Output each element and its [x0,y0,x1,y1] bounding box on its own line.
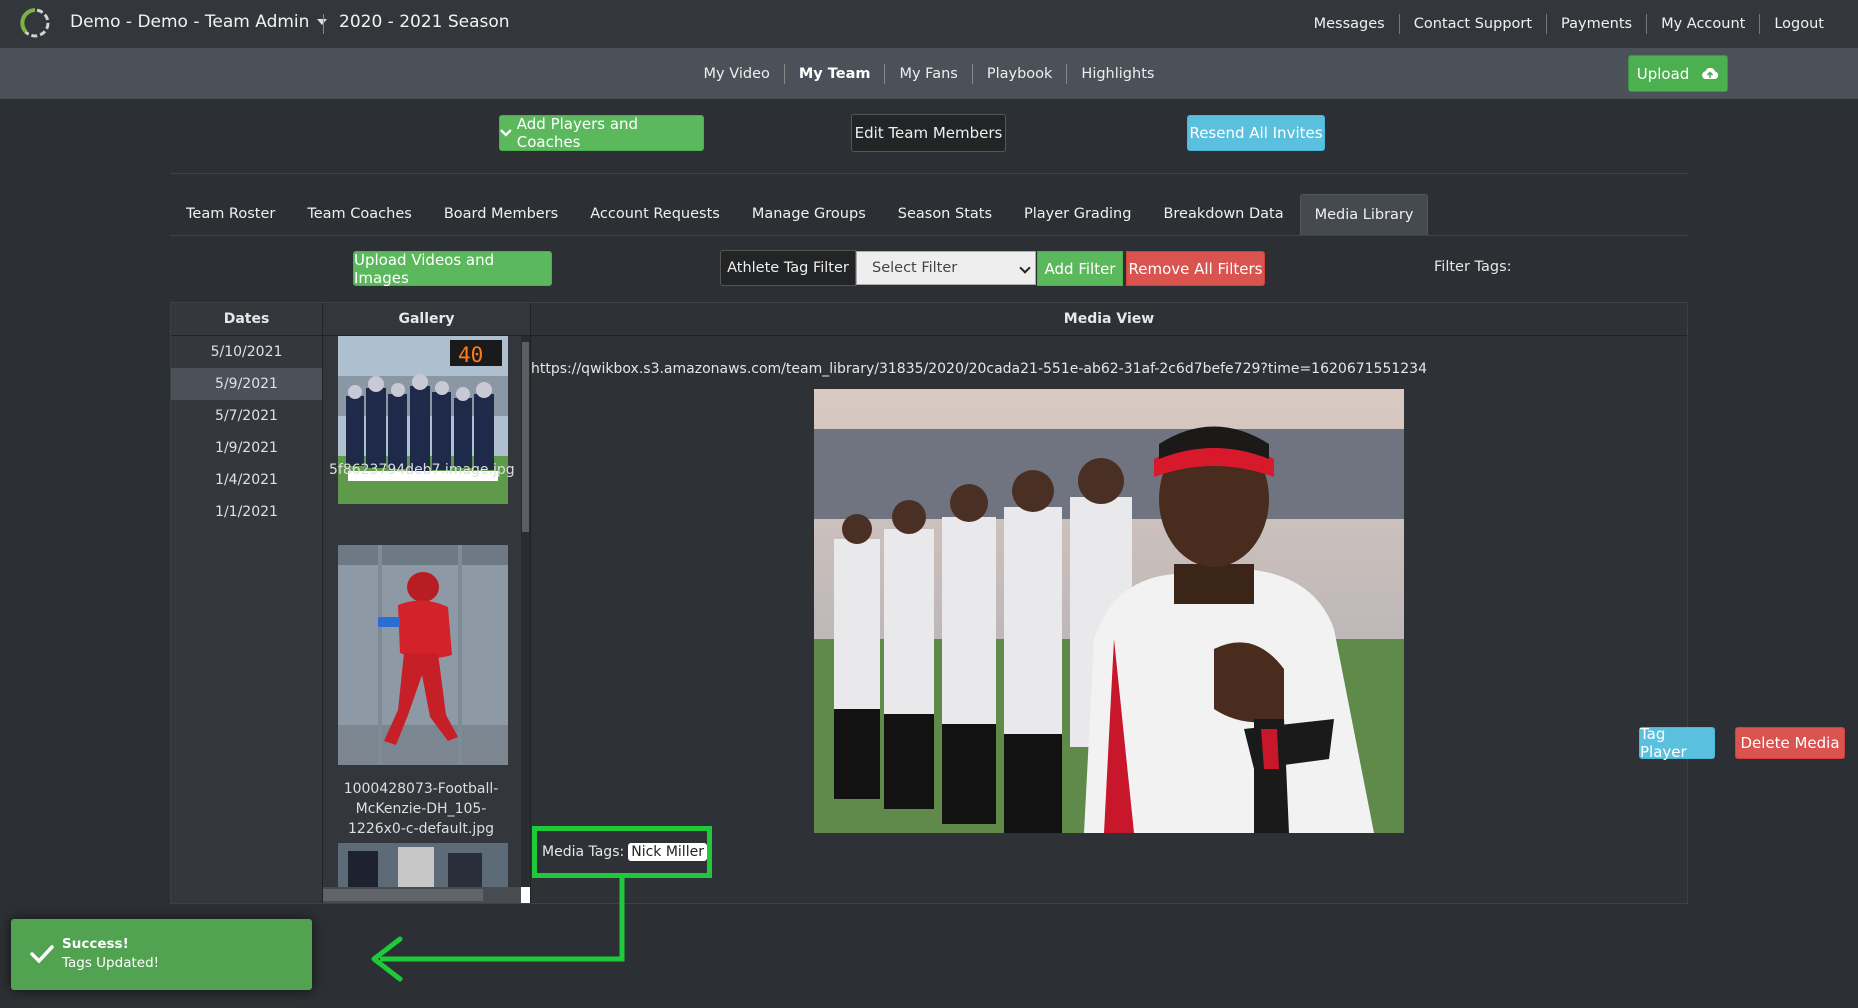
gallery-column: Gallery 40 5f8623794deb7.image.jpg 10004… [323,303,531,903]
tab-media-library[interactable]: Media Library [1299,194,1429,236]
annotation-arrow [371,875,625,982]
add-filter-button[interactable]: Add Filter [1037,251,1123,286]
tab-season-stats[interactable]: Season Stats [882,194,1008,236]
account-nav: Messages Contact Support Payments My Acc… [1300,14,1838,34]
nav-my-fans[interactable]: My Fans [884,64,971,84]
team-selector-label: Demo - Demo - Team Admin [70,12,310,32]
resend-all-invites-label: Resend All Invites [1189,124,1323,142]
add-players-coaches-button[interactable]: Add Players and Coaches [499,115,704,151]
upload-videos-images-label: Upload Videos and Images [354,250,495,287]
media-view-column: Media View https://qwikbox.s3.amazonaws.… [531,303,1845,903]
filter-select[interactable]: Select Filter [856,251,1036,285]
date-item[interactable]: 5/10/2021 [171,336,322,368]
chevron-down-icon [1019,262,1031,274]
toast-title: Success! [62,936,129,952]
upload-button[interactable]: Upload [1628,55,1728,92]
cloud-upload-icon [1702,67,1719,79]
team-tabs: Team Roster Team Coaches Board Members A… [170,194,1429,236]
tag-player-label: Tag Player [1640,725,1687,761]
dates-column: Dates 5/10/2021 5/9/2021 5/7/2021 1/9/20… [171,303,323,903]
media-preview [814,389,1404,833]
delete-media-button[interactable]: Delete Media [1735,727,1845,759]
running-player-image [338,545,508,765]
date-item-selected[interactable]: 5/9/2021 [171,368,322,400]
nav-my-video[interactable]: My Video [690,64,784,84]
nav-highlights[interactable]: Highlights [1066,64,1168,84]
media-view-header: Media View [531,303,1687,336]
remove-all-filters-button[interactable]: Remove All Filters [1126,251,1265,286]
tab-board-members[interactable]: Board Members [428,194,574,236]
athlete-tag-filter-label: Athlete Tag Filter [720,250,856,286]
season-label: 2020 - 2021 Season [339,12,510,32]
edit-team-members-button[interactable]: Edit Team Members [851,114,1006,152]
delete-media-label: Delete Media [1740,734,1840,752]
remove-all-filters-label: Remove All Filters [1128,259,1263,278]
nav-contact-support[interactable]: Contact Support [1398,14,1546,34]
toast-message: Tags Updated! [62,955,160,971]
tab-team-coaches[interactable]: Team Coaches [291,194,427,236]
nav-my-team[interactable]: My Team [783,64,885,84]
edit-team-members-label: Edit Team Members [854,124,1003,142]
nav-payments[interactable]: Payments [1546,14,1646,34]
checkmark-icon [30,945,54,964]
upload-videos-images-button[interactable]: Upload Videos and Images [353,250,552,287]
gallery-thumbnail[interactable] [338,545,508,765]
date-item[interactable]: 1/9/2021 [171,432,322,464]
resend-all-invites-button[interactable]: Resend All Invites [1187,115,1325,151]
add-filter-label: Add Filter [1044,259,1116,278]
dates-header: Dates [171,303,322,336]
scrollbar-thumb[interactable] [522,342,529,532]
filter-select-value: Select Filter [872,260,958,276]
divider [170,235,1688,236]
upload-button-label: Upload [1636,64,1690,83]
gallery-header: Gallery [323,303,530,336]
divider [323,14,324,34]
tab-account-requests[interactable]: Account Requests [574,194,736,236]
team-logo-icon[interactable] [18,6,52,40]
chevron-down-icon [500,129,512,137]
team-anthem-image [814,389,1404,833]
main-nav: My Video My Team My Fans Playbook Highli… [0,64,1858,84]
nav-logout[interactable]: Logout [1759,14,1838,34]
top-bar: Demo - Demo - Team Admin 2020 - 2021 Sea… [0,0,1858,48]
nav-playbook[interactable]: Playbook [971,64,1067,84]
tab-team-roster[interactable]: Team Roster [170,194,291,236]
tab-player-grading[interactable]: Player Grading [1008,194,1147,236]
tag-player-button[interactable]: Tag Player [1639,725,1715,761]
nav-messages[interactable]: Messages [1300,14,1399,34]
filter-tags-label: Filter Tags: [1434,259,1512,275]
media-tags-highlight: Media Tags: Nick Miller [532,826,712,878]
scoreboard-text: 40 [458,343,483,367]
success-toast[interactable]: Success! Tags Updated! [11,919,312,990]
media-library-panel: Dates 5/10/2021 5/9/2021 5/7/2021 1/9/20… [170,302,1845,904]
media-tag-chip[interactable]: Nick Miller [628,843,707,861]
date-item[interactable]: 1/1/2021 [171,496,322,528]
add-players-coaches-label: Add Players and Coaches [516,115,639,151]
tab-breakdown-data[interactable]: Breakdown Data [1147,194,1299,236]
gallery-caption: 5f8623794deb7.image.jpg [329,462,515,478]
gallery-caption: 1000428073-Football-McKenzie-DH_105-1226… [343,781,499,837]
media-tags-label: Media Tags: [542,844,625,860]
tab-manage-groups[interactable]: Manage Groups [736,194,882,236]
date-item[interactable]: 1/4/2021 [171,464,322,496]
divider [170,173,1688,174]
media-url: https://qwikbox.s3.amazonaws.com/team_li… [531,361,1427,377]
gallery-scrollbar[interactable] [521,336,530,903]
date-item[interactable]: 5/7/2021 [171,400,322,432]
main-nav-bar: My Video My Team My Fans Playbook Highli… [0,48,1858,99]
team-selector[interactable]: Demo - Demo - Team Admin [70,12,328,32]
nav-my-account[interactable]: My Account [1646,14,1759,34]
